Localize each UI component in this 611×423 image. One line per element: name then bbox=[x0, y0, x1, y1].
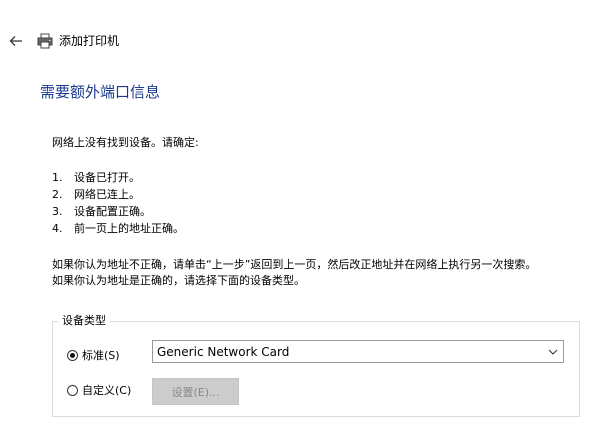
device-type-select[interactable]: Generic Network Card bbox=[152, 340, 564, 363]
device-type-group bbox=[52, 321, 580, 417]
intro-text: 网络上没有找到设备。请确定: bbox=[52, 136, 199, 149]
step-text: 网络已连上。 bbox=[74, 187, 140, 201]
list-item: 3. 设备配置正确。 bbox=[52, 203, 184, 220]
chevron-down-icon bbox=[543, 341, 563, 362]
list-item: 2. 网络已连上。 bbox=[52, 186, 184, 203]
list-item: 4. 前一页上的地址正确。 bbox=[52, 220, 184, 237]
back-button[interactable] bbox=[6, 31, 26, 51]
window-title: 添加打印机 bbox=[59, 34, 120, 48]
radio-button-checked[interactable] bbox=[67, 349, 78, 361]
note-line-2: 如果你认为地址是正确的，请选择下面的设备类型。 bbox=[52, 274, 305, 287]
radio-button-unchecked[interactable] bbox=[67, 384, 78, 396]
custom-radio-label: 自定义(C) bbox=[82, 384, 132, 397]
steps-list: 1. 设备已打开。 2. 网络已连上。 3. 设备配置正确。 4. 前一页上的地… bbox=[52, 169, 184, 237]
standard-radio-label: 标准(S) bbox=[82, 349, 120, 362]
step-number: 4. bbox=[52, 221, 63, 235]
device-type-select-value: Generic Network Card bbox=[157, 344, 290, 359]
step-number: 2. bbox=[52, 187, 63, 201]
arrow-left-icon bbox=[9, 36, 22, 46]
radio-dot bbox=[70, 352, 75, 358]
step-text: 前一页上的地址正确。 bbox=[74, 221, 184, 235]
note-line-1: 如果你认为地址不正确，请单击“上一步”返回到上一页，然后改正地址并在网络上执行另… bbox=[52, 258, 537, 271]
device-type-group-label: 设备类型 bbox=[58, 313, 110, 329]
standard-radio[interactable]: 标准(S) bbox=[67, 347, 120, 363]
settings-button[interactable]: 设置(E)... bbox=[152, 378, 239, 405]
custom-radio[interactable]: 自定义(C) bbox=[67, 382, 131, 398]
list-item: 1. 设备已打开。 bbox=[52, 169, 184, 186]
step-text: 设备配置正确。 bbox=[74, 204, 151, 218]
page-heading: 需要额外端口信息 bbox=[40, 83, 161, 101]
step-text: 设备已打开。 bbox=[74, 170, 140, 184]
printer-icon bbox=[37, 33, 53, 49]
step-number: 3. bbox=[52, 204, 63, 218]
step-number: 1. bbox=[52, 170, 63, 184]
